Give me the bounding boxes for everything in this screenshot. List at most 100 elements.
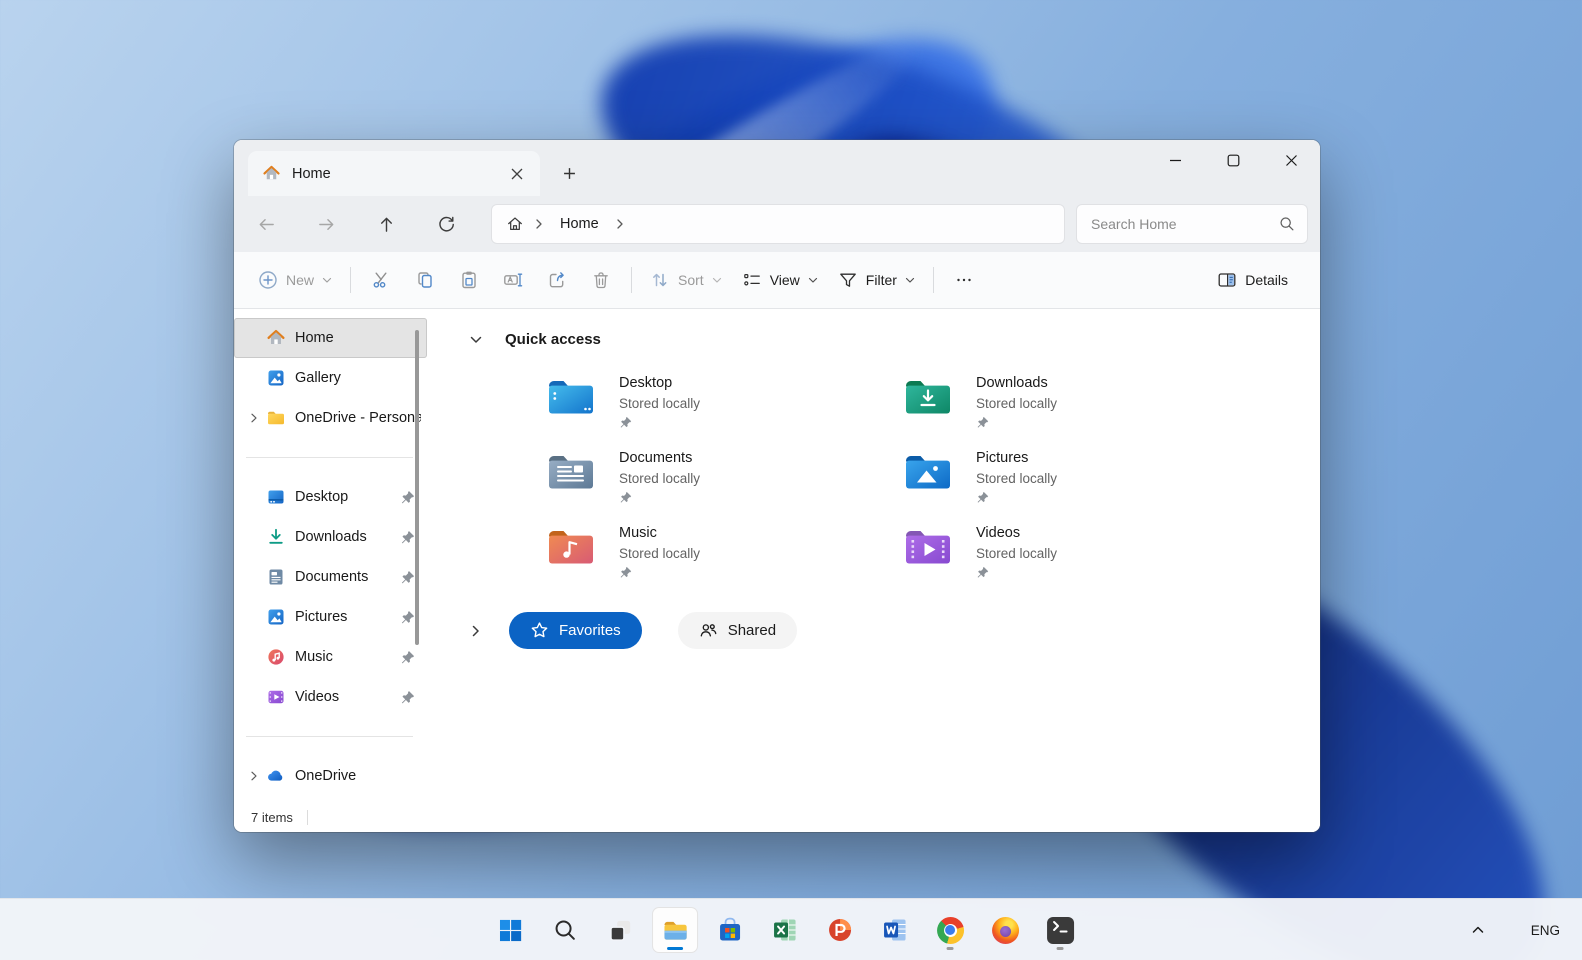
toolbar-divider bbox=[932, 267, 934, 293]
firefox-button[interactable] bbox=[983, 908, 1027, 952]
onedrive-folder-icon bbox=[266, 408, 286, 428]
tile-status: Stored locally bbox=[619, 396, 701, 411]
cut-button[interactable] bbox=[359, 260, 403, 300]
sidebar-item-pictures[interactable]: Pictures bbox=[234, 597, 427, 637]
tab-bar: Home bbox=[234, 140, 1320, 196]
chevron-right-icon bbox=[534, 219, 544, 229]
system-tray: ENG bbox=[1463, 899, 1568, 960]
language-indicator[interactable]: ENG bbox=[1523, 917, 1568, 944]
minimize-icon bbox=[1169, 154, 1182, 167]
search-taskbar-button[interactable] bbox=[543, 908, 587, 952]
sidebar-item-documents[interactable]: Documents bbox=[234, 557, 427, 597]
excel-button[interactable] bbox=[763, 908, 807, 952]
sort-icon bbox=[650, 270, 670, 290]
tile-desktop[interactable]: Desktop Stored locally bbox=[548, 374, 905, 449]
tile-pictures[interactable]: Pictures Stored locally bbox=[905, 449, 1262, 524]
sidebar-item-onedrive-personal[interactable]: OneDrive - Personal bbox=[234, 398, 427, 438]
tile-music[interactable]: Music Stored locally bbox=[548, 524, 905, 599]
close-icon bbox=[511, 168, 523, 180]
details-label: Details bbox=[1245, 272, 1288, 288]
expand-chevron-icon[interactable] bbox=[242, 413, 266, 423]
powerpoint-button[interactable] bbox=[818, 908, 862, 952]
microsoft-store-button[interactable] bbox=[708, 908, 752, 952]
new-tab-button[interactable] bbox=[552, 156, 586, 190]
sidebar-item-onedrive[interactable]: OneDrive bbox=[234, 756, 427, 796]
pin-icon bbox=[400, 570, 415, 585]
new-label: New bbox=[286, 272, 315, 288]
copy-button[interactable] bbox=[403, 260, 447, 300]
tile-downloads[interactable]: Downloads Stored locally bbox=[905, 374, 1262, 449]
music-icon bbox=[266, 647, 286, 667]
chevron-down-icon bbox=[712, 275, 722, 285]
close-window-button[interactable] bbox=[1262, 140, 1320, 180]
tile-status: Stored locally bbox=[976, 546, 1058, 561]
address-bar[interactable]: Home bbox=[492, 205, 1064, 243]
shared-tab[interactable]: Shared bbox=[677, 612, 798, 649]
running-indicator bbox=[1056, 947, 1064, 950]
chevron-right-icon[interactable] bbox=[469, 624, 483, 638]
more-options-button[interactable] bbox=[942, 260, 986, 300]
tray-chevron-up-button[interactable] bbox=[1463, 915, 1493, 945]
star-icon bbox=[530, 621, 549, 640]
expand-chevron-icon[interactable] bbox=[242, 771, 266, 781]
up-button[interactable] bbox=[366, 204, 406, 244]
search-icon bbox=[1279, 216, 1295, 232]
chevron-right-icon bbox=[615, 219, 625, 229]
command-toolbar: New Sort View Filter Details bbox=[234, 252, 1320, 309]
maximize-button[interactable] bbox=[1204, 140, 1262, 180]
sort-button[interactable]: Sort bbox=[640, 260, 732, 300]
minimize-button[interactable] bbox=[1146, 140, 1204, 180]
trash-icon bbox=[591, 270, 611, 290]
word-button[interactable] bbox=[873, 908, 917, 952]
rename-button[interactable] bbox=[491, 260, 535, 300]
chrome-button[interactable] bbox=[928, 908, 972, 952]
search-input[interactable] bbox=[1091, 216, 1279, 232]
sidebar-label: OneDrive - Personal bbox=[295, 410, 421, 426]
music-folder-icon bbox=[548, 527, 594, 565]
pin-icon bbox=[400, 690, 415, 705]
view-button[interactable]: View bbox=[732, 260, 828, 300]
sidebar-item-videos[interactable]: Videos bbox=[234, 677, 427, 717]
tile-documents[interactable]: Documents Stored locally bbox=[548, 449, 905, 524]
refresh-button[interactable] bbox=[426, 204, 466, 244]
paste-button[interactable] bbox=[447, 260, 491, 300]
sidebar-item-gallery[interactable]: Gallery bbox=[234, 358, 427, 398]
chevron-down-icon bbox=[808, 275, 818, 285]
quick-access-header[interactable]: Quick access bbox=[469, 331, 1320, 348]
terminal-button[interactable] bbox=[1038, 908, 1082, 952]
task-view-button[interactable] bbox=[598, 908, 642, 952]
taskbar-icons bbox=[488, 899, 1082, 960]
forward-button[interactable] bbox=[306, 204, 346, 244]
filter-button[interactable]: Filter bbox=[828, 260, 925, 300]
sidebar-item-downloads[interactable]: Downloads bbox=[234, 517, 427, 557]
arrow-right-icon bbox=[317, 215, 336, 234]
favorites-tab[interactable]: Favorites bbox=[509, 612, 642, 649]
sidebar-scrollbar[interactable] bbox=[415, 330, 419, 645]
sidebar-label: Gallery bbox=[295, 370, 341, 386]
sidebar-item-home[interactable]: Home bbox=[234, 318, 427, 358]
new-button[interactable]: New bbox=[248, 260, 342, 300]
firefox-icon bbox=[991, 916, 1019, 944]
videos-folder-icon bbox=[905, 527, 951, 565]
sidebar-item-desktop[interactable]: Desktop bbox=[234, 477, 427, 517]
tile-name: Downloads bbox=[976, 375, 1048, 391]
details-button[interactable]: Details bbox=[1207, 260, 1298, 300]
file-explorer-window: Home Home Search Home New Sort View Filt… bbox=[234, 140, 1320, 832]
back-button[interactable] bbox=[246, 204, 286, 244]
tile-videos[interactable]: Videos Stored locally bbox=[905, 524, 1262, 599]
refresh-icon bbox=[437, 215, 456, 234]
sidebar-item-music[interactable]: Music bbox=[234, 637, 427, 677]
tab-close-button[interactable] bbox=[502, 159, 532, 189]
breadcrumb-home[interactable]: Home bbox=[554, 214, 605, 234]
pin-icon bbox=[400, 490, 415, 505]
share-button[interactable] bbox=[535, 260, 579, 300]
arrow-up-icon bbox=[377, 215, 396, 234]
start-button[interactable] bbox=[488, 908, 532, 952]
file-explorer-taskbar-button[interactable] bbox=[653, 908, 698, 952]
search-box bbox=[1077, 205, 1307, 243]
status-divider bbox=[306, 809, 308, 825]
delete-button[interactable] bbox=[579, 260, 623, 300]
pin-icon bbox=[400, 610, 415, 625]
pin-icon bbox=[619, 491, 700, 509]
tab-home[interactable]: Home bbox=[248, 151, 540, 196]
